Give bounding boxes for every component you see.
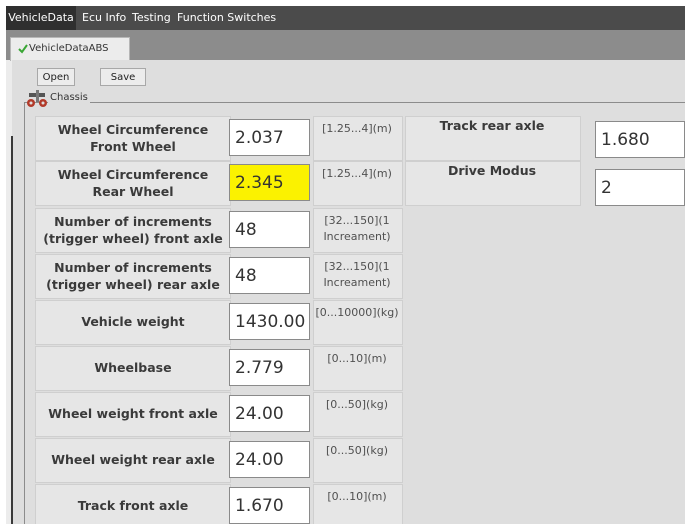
field-value-input[interactable]: 2.779 [229,349,310,386]
field-value-input[interactable]: 1430.00 [229,303,310,340]
menu-vehicledata[interactable]: VehicleData [6,6,76,30]
tab-label: VehicleDataABS [29,43,109,54]
field-label: Wheel weight rear axle [51,452,215,467]
checkmark-icon [18,44,28,54]
field-value-input[interactable]: 48 [229,211,310,248]
right-field-label: Track rear axle [439,117,545,133]
field-range: [0...50](kg) [325,444,388,457]
field-value-input[interactable]: 24.00 [229,441,310,478]
content-panel: Open Save Chassis Wheel Circumference Fr… [12,60,685,524]
field-value-input[interactable]: 2.345 [229,164,310,201]
menu-function-switches[interactable]: Function Switches [177,6,276,30]
field-range: [1.25...4](m) [322,122,392,135]
right-field-value-input[interactable]: 2 [595,169,685,206]
field-label: Track front axle [77,498,189,513]
field-range: [0...10000](kg) [315,306,399,319]
right-field-label: Drive Modus [447,162,537,178]
field-range: [0...50](kg) [325,398,388,411]
field-value-input[interactable]: 2.037 [229,119,310,156]
field-label: Wheel Circumference Front Wheel [57,121,209,154]
field-range: [0...10](m) [327,490,387,503]
field-range: [32...150](1 Increament) [323,260,391,289]
right-field-value-input[interactable]: 1.680 [595,121,685,158]
field-value-input[interactable]: 1.670 [229,487,310,524]
open-button[interactable]: Open [37,68,75,86]
field-range: [32...150](1 Increament) [323,214,391,243]
field-range: [0...10](m) [327,352,387,365]
menu-testing[interactable]: Testing [132,6,171,30]
field-value-input[interactable]: 48 [229,257,310,294]
field-label: Wheelbase [94,360,172,375]
field-range: [1.25...4](m) [322,167,392,180]
field-value-input[interactable]: 24.00 [229,395,310,432]
menu-ecu-info[interactable]: Ecu Info [82,6,126,30]
field-label: Number of increments (trigger wheel) fro… [43,213,223,246]
field-label: Wheel weight front axle [48,406,218,421]
app-window: VehicleData Ecu Info Testing Function Sw… [6,6,685,524]
save-button[interactable]: Save [100,68,146,86]
field-label: Wheel Circumference Rear Wheel [57,166,209,199]
field-label: Number of increments (trigger wheel) rea… [46,259,220,292]
group-title: Chassis [48,92,90,103]
tab-vehicledataabs[interactable]: VehicleDataABS [10,37,130,61]
left-border [11,136,13,524]
menu-bar: VehicleData Ecu Info Testing Function Sw… [6,6,685,30]
field-label: Vehicle weight [81,314,185,329]
tab-strip: VehicleDataABS [6,30,685,61]
